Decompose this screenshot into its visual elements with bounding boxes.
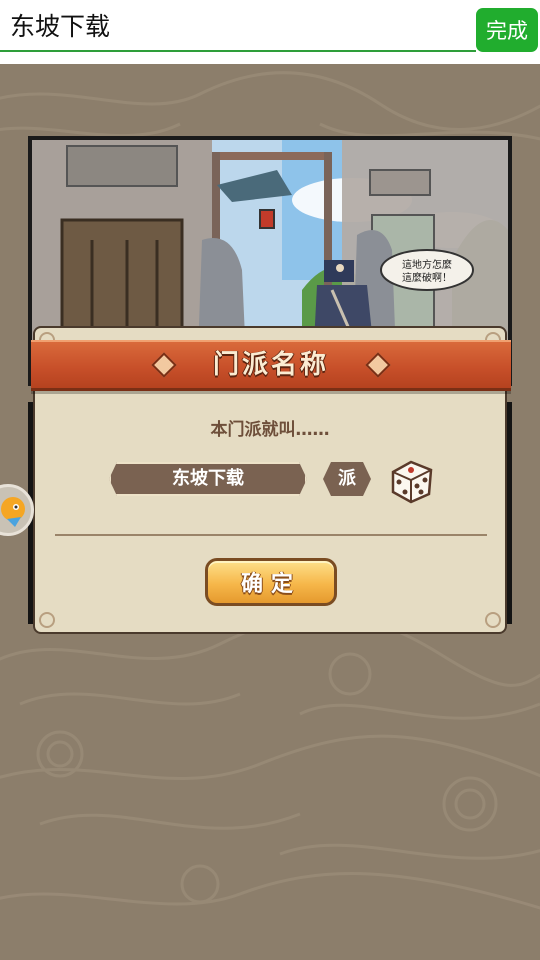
speech-line-2: 這麼破啊！ [402, 271, 452, 284]
speech-line-1: 這地方怎麼 [402, 258, 452, 271]
dialog-divider [55, 534, 487, 536]
dice-icon[interactable] [385, 456, 437, 506]
sect-name-dialog: 门派名称 本门派就叫…… 东坡下载 派 确定 [31, 326, 511, 634]
confirm-button[interactable]: 确定 [205, 558, 337, 606]
dialog-title-banner: 门派名称 [31, 340, 511, 391]
floating-assistant-button[interactable] [0, 484, 34, 536]
corner-ornament [485, 612, 501, 628]
sect-name-field[interactable]: 东坡下载 [109, 462, 307, 496]
top-input-bar: 完成 [0, 0, 540, 64]
corner-ornament [39, 612, 55, 628]
sect-suffix-label: 派 [323, 462, 371, 496]
sect-name-text-input[interactable] [0, 0, 476, 52]
dialog-subtitle: 本门派就叫…… [210, 420, 330, 440]
game-stage: 這地方怎麼 這麼破啊！ 门派名称 本门派就叫…… 东坡下载 派 确定 [0, 64, 540, 960]
done-button[interactable]: 完成 [476, 8, 538, 52]
mascot-icon [1, 497, 25, 527]
dialog-title: 门派名称 [212, 350, 329, 380]
